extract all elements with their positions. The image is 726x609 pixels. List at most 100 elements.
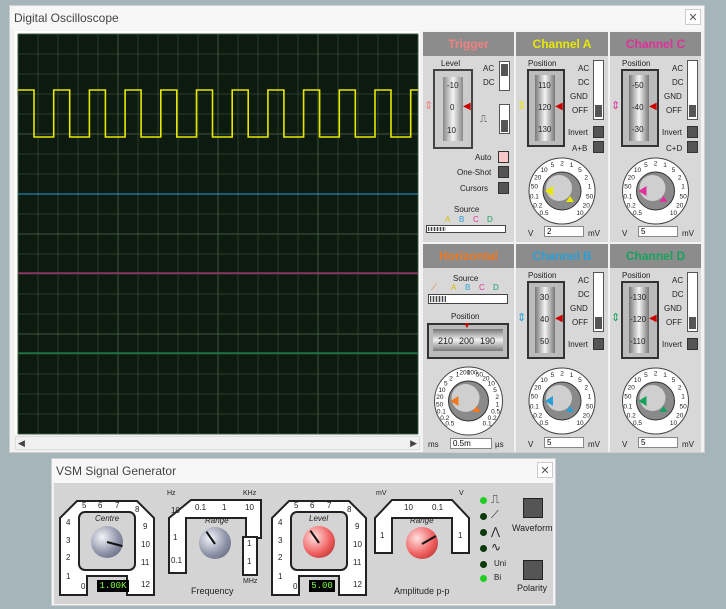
scope-hscrollbar[interactable]: ◀ ▶ [15,436,420,450]
trigger-cursors-label: Cursors [460,184,489,193]
ch-a-gnd-label: GND [570,92,588,101]
scroll-left-icon[interactable]: ◀ [18,438,25,449]
dial-tick-label: 50 [436,401,444,408]
dial-tick-label: 10 [576,420,584,427]
centre-tick-2: 2 [66,553,71,562]
waveform-square-led [480,497,487,504]
centre-tick-5: 5 [82,501,87,510]
uni-label: Uni [494,559,507,568]
channel-b-position-wheel[interactable]: 30 40 50 ◀ [527,281,565,359]
freq-mhz-label: MHz [243,578,258,585]
ch-a-ac-label: AC [578,64,590,73]
dial-tick-label: 50 [624,394,632,401]
dial-tick-label: 5 [444,380,448,387]
channel-d-header: Channel D [610,244,701,268]
dial-tick-label: 2 [495,394,499,401]
oscilloscope-title: Digital Oscilloscope [14,11,119,25]
dial-tick-label: 10 [634,377,642,384]
horizontal-timebase-dial[interactable]: 0.50.20.1502010521 2001005020105210.50.20… [423,359,514,439]
channel-a-position-wheel[interactable]: 110 120 130 ◀ [527,69,565,147]
trigger-source-label: Source [454,205,480,214]
trigger-oneshot-button[interactable] [498,166,509,178]
dial-tick-label: 5 [644,372,648,379]
channel-c-coupling-slider[interactable] [687,60,698,120]
channel-d-volts-field[interactable]: 5 [638,437,678,448]
trigger-edge-slider[interactable] [499,104,510,134]
dial-tick-label: 20 [534,385,542,392]
horizontal-position-wheel[interactable]: 210 200 190 ▼ [427,321,509,359]
channel-d-invert-button[interactable] [687,338,698,350]
centre-tick-3: 3 [66,536,71,545]
channel-a-position-arrows-icon[interactable]: ⇕ [517,99,526,112]
amp-range-right-1: 1 [458,531,463,540]
channel-d-position-arrows-icon[interactable]: ⇕ [611,311,620,324]
dial-tick-label: 2 [678,385,682,392]
channel-d-coupling-slider[interactable] [687,272,698,332]
hpos-tick-mid: 200 [459,336,475,346]
horizontal-source-c: C [479,283,485,292]
centre-knob-frame: 5 6 7 8 9 10 11 12 0 1 2 3 4 Centre 1.00… [57,498,157,598]
trigger-cursors-button[interactable] [498,182,509,194]
ch-a-mv-label: mV [588,229,600,238]
channel-b-position-arrows-icon[interactable]: ⇕ [517,311,526,324]
ch-d-tick-mid: -120 [630,315,647,324]
dial-tick-label: 1 [496,401,500,408]
level-tick-8: 8 [347,505,352,514]
centre-tick-1: 1 [66,572,71,581]
horizontal-timebase-field[interactable]: 0.5m [450,438,492,449]
ch-d-marker-icon: ◀ [649,313,657,324]
polarity-button[interactable] [523,560,543,580]
channel-c-volts-dial[interactable]: 0.50.20.15020105 2 1521502010 [610,150,701,228]
dial-tick-label: 0.1 [623,403,632,410]
channel-c-position-wheel[interactable]: -50 -40 -30 ◀ [621,69,659,147]
channel-c-volts-field[interactable]: 5 [638,226,678,237]
bi-label: Bi [494,573,502,582]
dial-tick-label: 5 [644,162,648,169]
level-tick-4: 4 [278,518,283,527]
ch-c-marker-icon: ◀ [649,101,657,112]
polarity-bi-led [480,575,487,582]
horizontal-source-d: D [493,283,499,292]
freq-range-left-10: 10 [171,506,180,515]
trigger-level-arrows-icon[interactable]: ⇕ [424,99,433,112]
freq-khz-label: KHz [243,490,257,497]
trigger-source-slider[interactable] [426,225,506,233]
signal-generator-titlebar[interactable]: VSM Signal Generator ✕ [52,459,555,483]
dial-tick-label: 5 [493,387,497,394]
trigger-coupling-slider[interactable] [499,61,510,91]
channel-b-panel: Channel B Position 30 40 50 ◀ ⇕ AC DC GN… [516,244,608,452]
channel-b-coupling-slider[interactable] [593,272,604,332]
signal-generator-close-button[interactable]: ✕ [537,462,553,478]
centre-display: 1.00K [97,580,129,592]
dial-tick-label: 20 [583,413,591,420]
ch-a-v-label: V [528,229,534,238]
channel-c-invert-button[interactable] [687,126,698,138]
channel-a-volts-dial[interactable]: 0.50.20.15020105 2 1521502010 [516,150,608,228]
ch-c-invert-label: Invert [662,128,683,137]
channel-a-volts-field[interactable]: 2 [544,226,584,237]
scroll-right-icon[interactable]: ▶ [410,438,417,449]
trigger-auto-button[interactable] [498,151,509,163]
amplitude-label: Amplitude p-p [394,586,450,596]
channel-a-invert-button[interactable] [593,126,604,138]
dial-tick-label: 20 [534,175,542,182]
horizontal-source-slider[interactable] [428,294,508,304]
ch-c-ac-label: AC [672,64,684,73]
oscilloscope-titlebar[interactable]: Digital Oscilloscope ✕ [10,6,704,30]
dial-tick-label: 2 [560,161,564,168]
oscilloscope-close-button[interactable]: ✕ [685,9,701,25]
dial-tick-label: 10 [670,210,678,217]
waveform-button[interactable] [523,498,543,518]
ch-d-tick-top: -130 [630,293,647,302]
channel-d-position-wheel[interactable]: -130 -120 -110 ◀ [621,281,659,359]
channel-c-position-arrows-icon[interactable]: ⇕ [611,99,620,112]
channel-b-volts-field[interactable]: 5 [544,437,584,448]
channel-a-coupling-slider[interactable] [593,60,604,120]
waveform-label: Waveform [512,523,553,533]
channel-b-invert-button[interactable] [593,338,604,350]
dial-tick-label: 1 [570,162,574,169]
channel-b-volts-dial[interactable]: 0.50.20.15020105 2 1521502010 [516,360,608,438]
trigger-level-wheel[interactable]: -10 0 10 ◀ [433,69,473,149]
channel-d-volts-dial[interactable]: 0.50.20.15020105 2 1521502010 [610,360,701,438]
amp-range-left-1: 1 [380,531,385,540]
